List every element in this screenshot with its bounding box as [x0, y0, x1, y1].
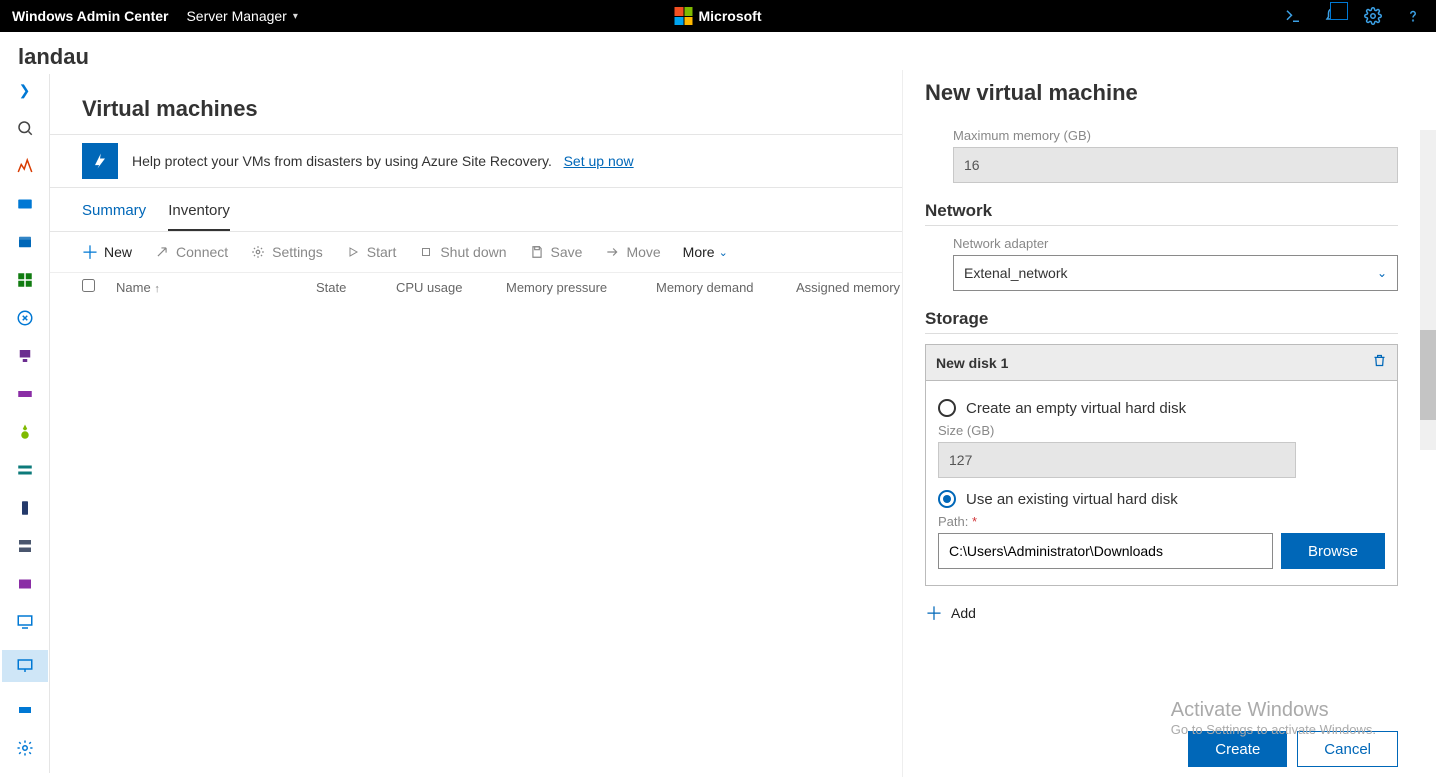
col-memdemand[interactable]: Memory demand [656, 280, 796, 295]
storage-section-title: Storage [925, 309, 1398, 334]
radio-use-existing[interactable]: Use an existing virtual hard disk [938, 490, 1385, 508]
settings-gear-icon[interactable] [1364, 7, 1382, 25]
new-button[interactable]: ＋New [82, 244, 132, 260]
nav-sql-icon[interactable] [15, 384, 35, 404]
chevron-down-icon: ⌄ [719, 246, 728, 259]
col-state[interactable]: State [316, 280, 396, 295]
connect-button[interactable]: Connect [154, 244, 228, 260]
nav-firewall-icon[interactable] [15, 574, 35, 594]
azure-icon [82, 143, 118, 179]
nav-calendar-icon[interactable] [15, 232, 35, 252]
nav-updates-icon[interactable] [15, 422, 35, 442]
save-button[interactable]: Save [529, 244, 583, 260]
connect-icon [154, 244, 170, 260]
add-disk-button[interactable]: ＋ Add [925, 600, 1398, 626]
network-section-title: Network [925, 201, 1398, 226]
gear-icon [250, 244, 266, 260]
plus-icon: ＋ [82, 244, 98, 260]
chevron-down-icon: ⌄ [1377, 266, 1387, 280]
disk-title: New disk 1 [936, 355, 1008, 371]
path-label: Path: * [938, 514, 1385, 529]
windows-watermark: Activate Windows Go to Settings to activ… [1171, 699, 1376, 737]
network-adapter-value: Extenal_network [964, 265, 1068, 281]
app-brand[interactable]: Windows Admin Center [12, 8, 168, 24]
nav-expand-icon[interactable]: ❯ [15, 80, 35, 100]
radio-icon [938, 490, 956, 508]
context-dropdown-label: Server Manager [186, 8, 286, 24]
microsoft-logo: Microsoft [675, 7, 762, 25]
select-all-checkbox[interactable] [82, 279, 95, 292]
radio-create-empty[interactable]: Create an empty virtual hard disk [938, 399, 1385, 417]
network-adapter-label: Network adapter [953, 236, 1398, 251]
help-icon[interactable] [1404, 7, 1422, 25]
nav-phone-icon[interactable] [15, 498, 35, 518]
stop-icon [418, 244, 434, 260]
settings-button[interactable]: Settings [250, 244, 323, 260]
nav-storage-icon[interactable] [15, 460, 35, 480]
size-label: Size (GB) [938, 423, 1385, 438]
disk-header: New disk 1 [925, 344, 1398, 381]
start-button[interactable]: Start [345, 244, 397, 260]
col-name[interactable]: Name ↑ [116, 280, 316, 295]
server-name: landau [0, 32, 1436, 74]
sort-asc-icon: ↑ [154, 283, 160, 295]
col-cpu[interactable]: CPU usage [396, 280, 506, 295]
nav-search-icon[interactable] [15, 118, 35, 138]
network-adapter-select[interactable]: Extenal_network ⌄ [953, 255, 1398, 291]
col-mempressure[interactable]: Memory pressure [506, 280, 656, 295]
chevron-down-icon: ▾ [293, 11, 298, 22]
notification-badge [1330, 2, 1348, 20]
size-input [938, 442, 1296, 478]
nav-console-icon[interactable] [15, 194, 35, 214]
more-button[interactable]: More ⌄ [683, 244, 728, 260]
tab-inventory[interactable]: Inventory [168, 202, 230, 231]
left-nav: ❯ [0, 74, 50, 773]
banner-link[interactable]: Set up now [564, 153, 634, 169]
move-button[interactable]: Move [604, 244, 660, 260]
nav-gear-icon[interactable] [15, 738, 35, 758]
nav-server-icon[interactable] [15, 536, 35, 556]
nav-vm-icon[interactable] [2, 650, 48, 682]
new-vm-panel: ▴ New virtual machine Maximum memory (GB… [902, 70, 1422, 777]
move-icon [604, 244, 620, 260]
nav-apps-icon[interactable] [15, 270, 35, 290]
save-icon [529, 244, 545, 260]
shutdown-button[interactable]: Shut down [418, 244, 506, 260]
nav-monitor-icon[interactable] [15, 612, 35, 632]
nav-containers-icon[interactable] [15, 700, 35, 720]
banner-text: Help protect your VMs from disasters by … [132, 153, 552, 169]
top-bar: Windows Admin Center Server Manager ▾ Mi… [0, 0, 1436, 32]
nav-devices-icon[interactable] [15, 346, 35, 366]
play-icon [345, 244, 361, 260]
max-memory-input [953, 147, 1398, 183]
powershell-icon[interactable] [1284, 7, 1302, 25]
panel-title: New virtual machine [925, 80, 1398, 106]
delete-disk-button[interactable] [1372, 353, 1387, 372]
microsoft-tiles-icon [675, 7, 693, 25]
path-input[interactable] [938, 533, 1273, 569]
nav-health-icon[interactable] [15, 308, 35, 328]
browse-button[interactable]: Browse [1281, 533, 1385, 569]
notifications-icon[interactable] [1324, 7, 1342, 25]
page-scrollbar[interactable] [1420, 130, 1436, 450]
col-assigned[interactable]: Assigned memory [796, 280, 916, 295]
nav-overview-icon[interactable] [15, 156, 35, 176]
disk-body: Create an empty virtual hard disk Size (… [925, 381, 1398, 586]
scrollbar-thumb[interactable] [1420, 330, 1436, 420]
context-dropdown[interactable]: Server Manager ▾ [186, 8, 297, 24]
microsoft-label: Microsoft [699, 8, 762, 24]
plus-icon: ＋ [925, 600, 943, 626]
max-memory-label: Maximum memory (GB) [953, 128, 1398, 143]
tab-summary[interactable]: Summary [82, 202, 146, 231]
radio-icon [938, 399, 956, 417]
